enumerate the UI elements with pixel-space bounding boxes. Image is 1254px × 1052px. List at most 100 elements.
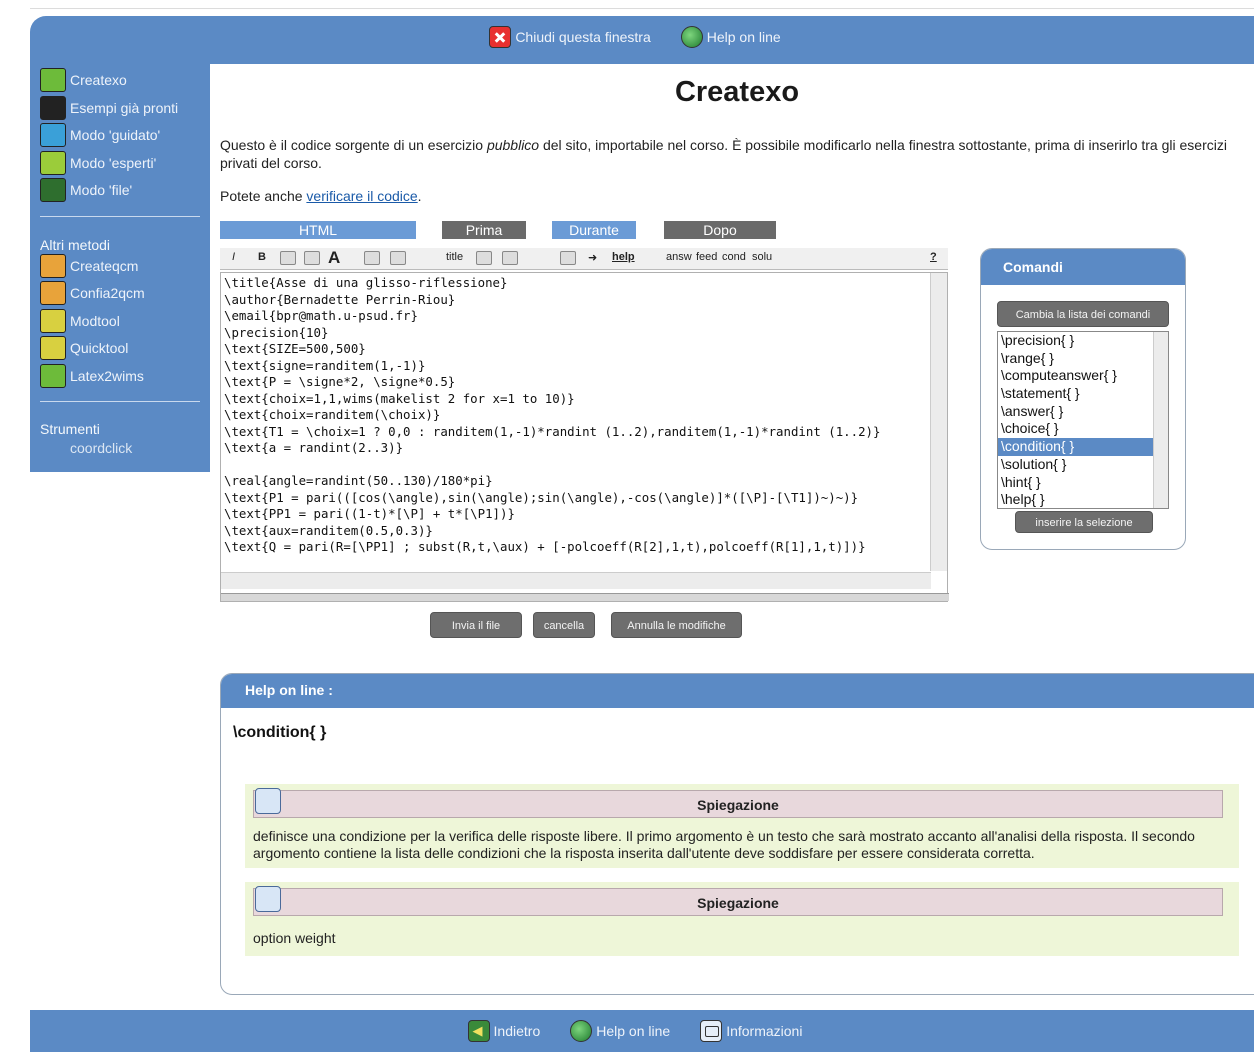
title-button[interactable]: title bbox=[446, 251, 463, 263]
explanation-block: Spiegazione option weight bbox=[245, 882, 1239, 956]
sidebar-divider bbox=[40, 401, 200, 402]
sidebar-item-label: Modtool bbox=[70, 313, 120, 329]
author-icon[interactable] bbox=[476, 251, 492, 265]
editor-resize-handle[interactable] bbox=[221, 593, 949, 601]
link-icon[interactable] bbox=[280, 251, 296, 265]
tab-html[interactable]: HTML bbox=[220, 221, 416, 239]
command-option-selected[interactable]: \condition{ } bbox=[998, 438, 1168, 456]
font-icon[interactable]: A bbox=[328, 248, 340, 268]
sidebar-item-expert[interactable]: Modo 'esperti' bbox=[40, 151, 156, 175]
question-button[interactable]: ? bbox=[930, 251, 937, 263]
cond-button[interactable]: cond bbox=[722, 251, 746, 263]
sidebar-item-createxo[interactable]: Createxo bbox=[40, 68, 127, 92]
vertical-scrollbar[interactable] bbox=[930, 273, 947, 571]
other-methods-heading: Altri metodi bbox=[40, 237, 111, 253]
horizontal-scrollbar[interactable] bbox=[221, 572, 931, 589]
sidebar-item-label: Modo 'guidato' bbox=[70, 127, 161, 143]
tab-prima[interactable]: Prima bbox=[442, 221, 526, 239]
back-arrow-icon bbox=[467, 1020, 490, 1042]
createqcm-icon bbox=[40, 254, 66, 278]
change-command-list-button[interactable]: Cambia la lista dei comandi bbox=[997, 301, 1169, 327]
bold-button[interactable]: B bbox=[258, 251, 266, 263]
code-editor[interactable]: \title{Asse di una glisso-riflessione} \… bbox=[220, 272, 949, 602]
back-label: Indietro bbox=[493, 1023, 541, 1039]
top-divider bbox=[30, 8, 1254, 9]
help-command-name: \condition{ } bbox=[233, 724, 327, 741]
info-icon bbox=[700, 1020, 723, 1042]
command-option[interactable]: \help{ } bbox=[998, 491, 1168, 508]
numbered-list-icon[interactable] bbox=[390, 251, 406, 265]
explanation-text: option weight bbox=[253, 930, 336, 946]
undo-changes-button[interactable]: Annulla le modifiche bbox=[611, 612, 742, 638]
explanation-heading: Spiegazione bbox=[253, 888, 1223, 916]
sidebar-item-confia2qcm[interactable]: Confia2qcm bbox=[40, 281, 145, 305]
editor-toolbar: I B A title ➜ help answ feed cond solu ? bbox=[220, 248, 948, 270]
cancel-button[interactable]: cancella bbox=[533, 612, 595, 638]
italic-button[interactable]: I bbox=[232, 251, 235, 263]
command-list-scrollbar[interactable] bbox=[1153, 332, 1168, 508]
command-option[interactable]: \precision{ } bbox=[998, 332, 1168, 350]
info-link[interactable]: Informazioni bbox=[700, 1020, 802, 1042]
answ-button[interactable]: answ bbox=[666, 251, 692, 263]
sidebar-item-label: Latex2wims bbox=[70, 368, 144, 384]
command-option[interactable]: \range{ } bbox=[998, 350, 1168, 368]
image-icon[interactable] bbox=[304, 251, 320, 265]
verify-code-line: Potete anche verificare il codice. bbox=[220, 188, 422, 204]
createxo-icon bbox=[40, 68, 66, 92]
sidebar-item-latex2wims[interactable]: Latex2wims bbox=[40, 364, 144, 388]
top-nav-bar: Chiudi questa finestra Help on line bbox=[30, 16, 1254, 64]
command-option[interactable]: \statement{ } bbox=[998, 385, 1168, 403]
bullet-list-icon[interactable] bbox=[364, 251, 380, 265]
page: Chiudi questa finestra Help on line Crea… bbox=[0, 0, 1254, 1052]
help-icon bbox=[570, 1020, 593, 1042]
help-panel: Help on line : \condition{ } Spiegazione… bbox=[220, 673, 1254, 995]
feed-button[interactable]: feed bbox=[696, 251, 717, 263]
sidebar-item-examples[interactable]: Esempi già pronti bbox=[40, 96, 178, 120]
help-online-link[interactable]: Help on line bbox=[680, 26, 781, 48]
edit-icon[interactable] bbox=[560, 251, 576, 265]
page-title: Createxo bbox=[674, 76, 800, 108]
back-link[interactable]: Indietro bbox=[467, 1020, 541, 1042]
command-option[interactable]: \computeanswer{ } bbox=[998, 367, 1168, 385]
tab-dopo[interactable]: Dopo bbox=[664, 221, 776, 239]
sidebar-item-label: Modo 'file' bbox=[70, 182, 133, 198]
tools-heading: Strumenti bbox=[40, 421, 100, 437]
commands-panel: Comandi Cambia la lista dei comandi \pre… bbox=[980, 248, 1186, 550]
explanation-block: Spiegazione definisce una condizione per… bbox=[245, 784, 1239, 868]
help-online-bottom-link[interactable]: Help on line bbox=[570, 1020, 670, 1042]
close-window-link[interactable]: Chiudi questa finestra bbox=[489, 26, 651, 48]
sidebar-item-guided[interactable]: Modo 'guidato' bbox=[40, 123, 160, 147]
solu-button[interactable]: solu bbox=[752, 251, 772, 263]
confia2qcm-icon bbox=[40, 281, 66, 305]
tab-durante[interactable]: Durante bbox=[552, 221, 636, 239]
intro-text: Questo è il codice sorgente di un eserci… bbox=[220, 137, 1227, 171]
sidebar-item-coordclick[interactable]: coordclick bbox=[70, 440, 132, 456]
help-button[interactable]: help bbox=[612, 251, 635, 263]
command-select[interactable]: \precision{ } \range{ } \computeanswer{ … bbox=[997, 331, 1169, 509]
sidebar-item-label: Esempi già pronti bbox=[70, 100, 179, 116]
sidebar-item-createqcm[interactable]: Createqcm bbox=[40, 254, 138, 278]
comment-icon[interactable] bbox=[502, 251, 518, 265]
arrow-icon[interactable]: ➜ bbox=[588, 251, 597, 264]
command-option[interactable]: \answer{ } bbox=[998, 403, 1168, 421]
verify-code-link[interactable]: verificare il codice bbox=[306, 188, 417, 204]
sidebar-item-file[interactable]: Modo 'file' bbox=[40, 178, 132, 202]
command-option[interactable]: \hint{ } bbox=[998, 474, 1168, 492]
info-label: Informazioni bbox=[726, 1023, 803, 1039]
modtool-icon bbox=[40, 309, 66, 333]
sidebar-item-quicktool[interactable]: Quicktool bbox=[40, 336, 128, 360]
sidebar-divider bbox=[40, 216, 200, 217]
file-icon bbox=[40, 178, 66, 202]
help-online-label: Help on line bbox=[706, 29, 781, 45]
command-option[interactable]: \solution{ } bbox=[998, 456, 1168, 474]
expert-icon bbox=[40, 151, 66, 175]
note-edit-icon bbox=[255, 788, 281, 814]
sidebar-item-modtool[interactable]: Modtool bbox=[40, 309, 120, 333]
close-icon bbox=[489, 26, 512, 48]
code-textarea[interactable]: \title{Asse di una glisso-riflessione} \… bbox=[224, 275, 929, 571]
insert-selection-button[interactable]: inserire la selezione bbox=[1015, 511, 1153, 533]
send-file-button[interactable]: Invia il file bbox=[430, 612, 522, 638]
commands-title: Comandi bbox=[981, 249, 1185, 285]
command-option[interactable]: \choice{ } bbox=[998, 420, 1168, 438]
sidebar-item-label: Quicktool bbox=[70, 340, 129, 356]
